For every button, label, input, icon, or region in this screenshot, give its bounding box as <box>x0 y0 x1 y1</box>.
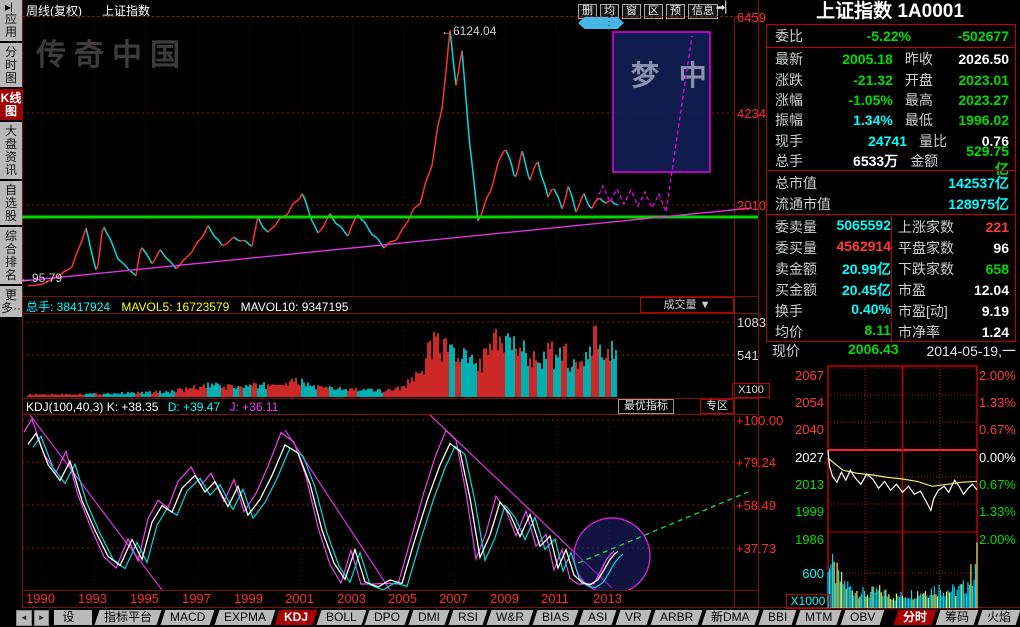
year-tick-label: 2009 <box>490 591 519 606</box>
year-tick-label: 1990 <box>26 591 55 606</box>
kdj-j-value: J: +36.11 <box>229 400 278 414</box>
box-label: 梦 中 <box>631 60 713 91</box>
best-indicator-button[interactable]: 最优指标 <box>618 399 674 414</box>
sidebar-item-更多··[interactable]: 更多·· <box>0 286 22 317</box>
quote-row: 换手0.40%市盈[动]9.19 <box>767 300 1015 321</box>
watermark: 传奇中国 <box>36 30 188 74</box>
tab-VR[interactable]: VR <box>616 610 652 625</box>
axis-label: 4234 <box>737 106 766 121</box>
play-icon: ▶▏ <box>0 3 22 13</box>
weibi-box: 委比 -5.22% -502677 <box>766 24 1016 48</box>
view-tab-火焰[interactable]: 火焰 <box>978 610 1020 625</box>
kdj-header: KDJ(100,40,3) K: +38.35 D: +39.47 J: +36… <box>26 400 278 414</box>
kdj-chart[interactable] <box>22 415 758 590</box>
tab-BIAS[interactable]: BIAS <box>533 610 579 625</box>
tab-KDJ[interactable]: KDJ <box>274 610 317 625</box>
tab-DMI[interactable]: DMI <box>409 610 450 625</box>
sidebar-item-综合排名[interactable]: 综合排名 <box>0 227 22 284</box>
view-tab-筹码[interactable]: 筹码 <box>936 610 979 625</box>
tab-W&R[interactable]: W&R <box>487 610 534 625</box>
tab-MACD[interactable]: MACD <box>161 610 215 625</box>
tab-OBV[interactable]: OBV <box>841 610 885 625</box>
year-tick-label: 2011 <box>541 591 569 606</box>
weibi-value: -5.22% <box>833 28 911 44</box>
indicator-platform-tab[interactable]: 指标平台 <box>95 610 162 625</box>
kdj-params: KDJ(100,40,3) K: +38.35 <box>26 400 158 414</box>
indicator-dropdown[interactable]: 成交量 ▼ <box>640 297 734 313</box>
tab-MTM[interactable]: MTM <box>796 610 842 625</box>
year-tick-label: 1995 <box>130 591 159 606</box>
year-tick-label: 2007 <box>439 591 468 606</box>
quote-row: 买金额20.45亿市盈12.04 <box>767 279 1015 300</box>
quote-row: 总市值142537亿 <box>767 172 1015 193</box>
quote-row: 流通市值128975亿 <box>767 193 1015 214</box>
quote-row: 振幅1.34%最低1996.02 <box>767 110 1015 130</box>
settings-button[interactable]: 设置 <box>54 610 92 625</box>
sidebar-item-大盘资讯[interactable]: 大盘资讯 <box>0 122 22 179</box>
low-price-annotation: ←95.79 <box>20 271 62 285</box>
tab-BOLL[interactable]: BOLL <box>316 610 366 625</box>
quote-row: 涨跌-21.32开盘2023.01 <box>767 69 1015 89</box>
now-price-row: 现价 2006.43 2014-05-19,一 <box>760 341 1020 358</box>
quote-row: 最新2005.18昨收2026.50 <box>767 49 1015 69</box>
tab-新DMA[interactable]: 新DMA <box>702 610 760 625</box>
sidebar-item-应用[interactable]: ▶▏应用 <box>0 0 22 41</box>
market-cap-box: 总市值142537亿流通市值128975亿 <box>766 170 1016 215</box>
tab-scroll-left[interactable]: ◄ <box>16 610 32 626</box>
x-axis-years: 1990 1993 1995 1997 1999 2001 2003 2005 2007 2009… <box>0 591 760 607</box>
panel-separator <box>758 0 759 608</box>
tab-BBI[interactable]: BBI <box>758 610 796 625</box>
peak-price-annotation: ←6124.04 <box>441 24 496 38</box>
sidebar-item-分时图[interactable]: 分时图 <box>0 43 22 87</box>
year-tick-label: 1999 <box>234 591 263 606</box>
trading-terminal: 周线(复权) 上证指数 删均窗区预信息 ➡▏ ▶▏应用分时图K线图大盘资讯自选股… <box>0 0 1020 627</box>
year-tick-label: 2003 <box>337 591 366 606</box>
year-tick-label: 2013 <box>593 591 622 606</box>
year-tick-label: 1993 <box>78 591 107 606</box>
volume-chart[interactable] <box>22 314 758 398</box>
quote-row: 涨幅-1.05%最高2023.27 <box>767 90 1015 110</box>
volume-header: 总手: 38417924 MAVOL5: 16723579 MAVOL10: 9… <box>26 298 348 315</box>
quote-row: 卖金额20.99亿下跌家数658 <box>767 258 1015 279</box>
year-tick-label: 2001 <box>285 591 314 606</box>
axis-label: 541 <box>737 348 759 363</box>
year-tick-label: 2005 <box>388 591 417 606</box>
quote-detail-box: 委卖量5065592上涨家数221委买量4562914平盘家数96卖金额20.9… <box>766 214 1016 342</box>
axis-label: 1083 <box>737 315 766 330</box>
sidebar-item-K线图[interactable]: K线图 <box>0 89 22 120</box>
tab-ASI[interactable]: ASI <box>578 610 616 625</box>
volume-total: 总手: 38417924 <box>26 300 110 314</box>
quote-title: 上证指数 1A0001 <box>760 0 1020 23</box>
quote-row: 均价8.11市净率1.24 <box>767 321 1015 342</box>
quote-main-box: 最新2005.18昨收2026.50涨跌-21.32开盘2023.01涨幅-1.… <box>766 47 1016 171</box>
intraday-chart[interactable] <box>760 358 1020 612</box>
view-tab-分时[interactable]: 分时 <box>894 610 937 625</box>
mavol5: MAVOL5: 16723579 <box>121 300 229 314</box>
arrow-right-icon[interactable]: ➡▏ <box>716 1 734 14</box>
quote-row: 委买量4562914平盘家数96 <box>767 237 1015 258</box>
tab-DPO[interactable]: DPO <box>365 610 410 625</box>
zone-button[interactable]: 专区 <box>700 399 734 414</box>
tab-scroll-right[interactable]: ► <box>34 610 50 626</box>
left-sidebar: ▶▏应用分时图K线图大盘资讯自选股综合排名更多·· <box>0 0 23 608</box>
weibi-volume: -502677 <box>911 28 1015 44</box>
year-tick-label: 1997 <box>182 591 211 606</box>
weibi-label: 委比 <box>775 26 833 46</box>
mavol10: MAVOL10: 9347195 <box>241 300 349 314</box>
kdj-d-value: D: +39.47 <box>168 400 220 414</box>
tab-EXPMA[interactable]: EXPMA <box>214 610 275 625</box>
tab-ARBR[interactable]: ARBR <box>650 610 702 625</box>
sidebar-item-自选股[interactable]: 自选股 <box>0 181 22 225</box>
axis-label: 2010 <box>737 198 766 213</box>
tab-RSI[interactable]: RSI <box>449 610 488 625</box>
quote-row: 总手6533万金额529.75亿 <box>767 151 1015 171</box>
quote-row: 委卖量5065592上涨家数221 <box>767 216 1015 237</box>
now-price-value: 2006.43 <box>848 341 899 357</box>
